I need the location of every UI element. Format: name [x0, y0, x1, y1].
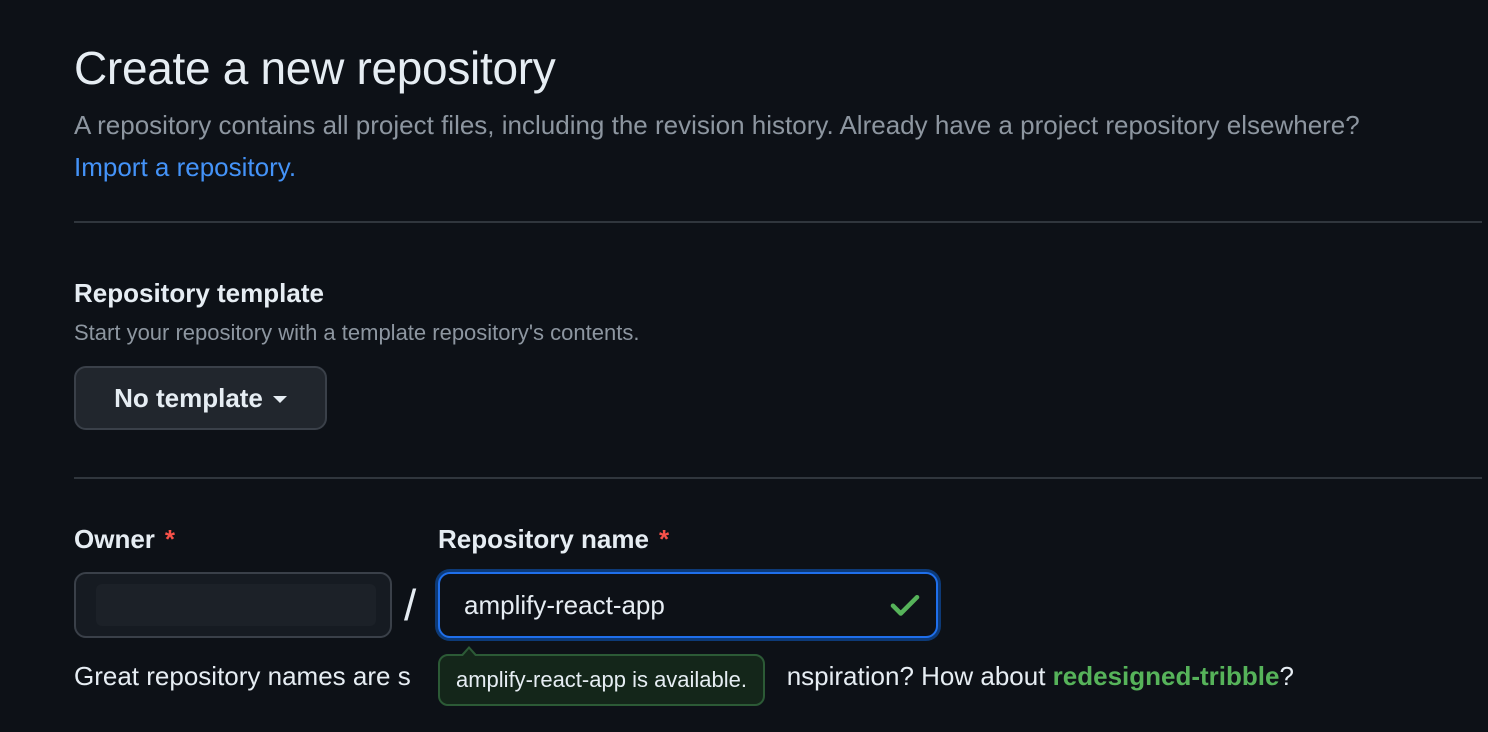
caret-down-icon	[272, 395, 287, 403]
owner-select[interactable]	[74, 572, 392, 638]
owner-label-text: Owner	[74, 524, 155, 554]
availability-tooltip: amplify-react-app is available.	[438, 646, 766, 706]
page-subtitle: A repository contains all project files,…	[74, 104, 1404, 188]
template-dropdown-label: No template	[114, 382, 263, 413]
hint-middle: nspiration? How about	[786, 661, 1053, 691]
repository-name-input[interactable]	[440, 574, 870, 636]
required-marker: *	[164, 524, 176, 554]
repository-name-field	[438, 572, 938, 638]
section-divider	[74, 477, 1482, 479]
section-divider	[74, 221, 1482, 223]
create-repository-page: Create a new repository A repository con…	[74, 0, 1482, 732]
check-icon	[890, 594, 920, 616]
template-dropdown-button[interactable]: No template	[74, 366, 327, 430]
page-subtitle-text: A repository contains all project files,…	[74, 110, 1360, 140]
name-suggestion-link[interactable]: redesigned-tribble	[1053, 661, 1280, 691]
import-repository-link[interactable]: Import a repository.	[74, 152, 296, 182]
hint-suffix: ?	[1279, 661, 1294, 691]
owner-label: Owner *	[74, 522, 175, 556]
template-section-description: Start your repository with a template re…	[74, 320, 640, 345]
availability-tooltip-text: amplify-react-app is available.	[456, 667, 748, 692]
owner-repo-separator: /	[404, 581, 417, 630]
page-title: Create a new repository	[74, 42, 556, 94]
hint-prefix: Great repository names are s	[74, 661, 411, 691]
repository-name-label-text: Repository name	[438, 524, 649, 554]
required-marker: *	[658, 524, 670, 554]
template-section-title: Repository template	[74, 278, 324, 308]
repository-name-label: Repository name *	[438, 522, 669, 556]
tooltip-arrow-inner	[462, 649, 476, 657]
owner-redacted-value	[96, 584, 376, 626]
